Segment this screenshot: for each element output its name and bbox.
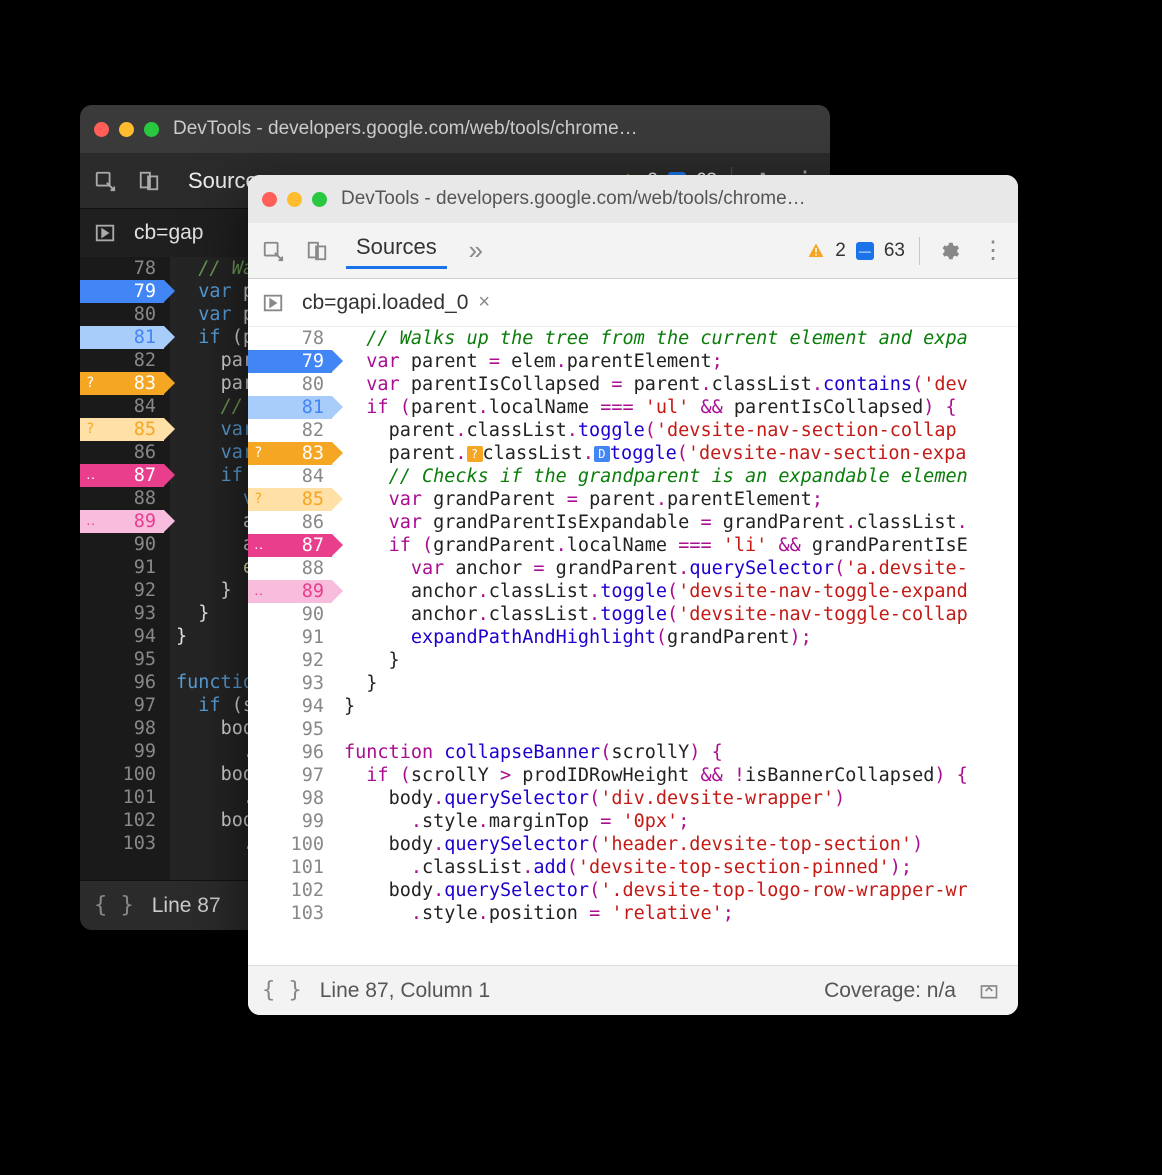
close-icon[interactable] — [262, 192, 277, 207]
inspect-icon[interactable] — [258, 236, 288, 266]
minimize-icon[interactable] — [119, 122, 134, 137]
kebab-icon[interactable]: ⋮ — [978, 236, 1008, 266]
divider — [919, 237, 920, 265]
window-title: DevTools - developers.google.com/web/too… — [341, 188, 806, 210]
minimize-icon[interactable] — [287, 192, 302, 207]
devtools-window-light: DevTools - developers.google.com/web/too… — [248, 175, 1018, 1015]
file-tabbar: cb=gapi.loaded_0 × — [248, 279, 1018, 327]
warning-count: 2 — [835, 240, 846, 262]
file-name: cb=gap — [134, 221, 203, 245]
cursor-position: Line 87 — [152, 894, 221, 918]
gear-icon[interactable] — [934, 236, 964, 266]
debugger-panel-icon[interactable] — [258, 288, 288, 318]
message-count: 63 — [884, 240, 905, 262]
close-icon[interactable] — [94, 122, 109, 137]
statusbar: { } Line 87, Column 1 Coverage: n/a — [248, 965, 1018, 1015]
titlebar[interactable]: DevTools - developers.google.com/web/too… — [80, 105, 830, 153]
tab-underline — [346, 266, 447, 269]
close-icon[interactable]: × — [478, 291, 490, 314]
pretty-print-icon[interactable]: { } — [262, 978, 302, 1003]
tab-sources[interactable]: Sources — [346, 232, 447, 269]
cursor-position: Line 87, Column 1 — [320, 979, 490, 1003]
main-toolbar: Sources » 2 — 63 ⋮ — [248, 223, 1018, 279]
file-name: cb=gapi.loaded_0 — [302, 291, 468, 315]
source-content[interactable]: // Walks up the tree from the current el… — [338, 327, 1018, 965]
code-editor[interactable]: 787980818283?8485?8687‥8889‥909192939495… — [248, 327, 1018, 965]
device-toggle-icon[interactable] — [134, 166, 164, 196]
zoom-icon[interactable] — [144, 122, 159, 137]
file-tab[interactable]: cb=gap — [134, 221, 203, 245]
window-title: DevTools - developers.google.com/web/too… — [173, 118, 638, 140]
debugger-panel-icon[interactable] — [90, 218, 120, 248]
issue-counts[interactable]: 2 — 63 — [807, 240, 905, 262]
warning-icon — [807, 242, 825, 260]
line-gutter[interactable]: 787980818283?8485?8687‥8889‥909192939495… — [248, 327, 338, 965]
inspect-icon[interactable] — [90, 166, 120, 196]
window-controls — [94, 122, 159, 137]
more-tabs-icon[interactable]: » — [461, 236, 491, 266]
window-controls — [262, 192, 327, 207]
coverage-status: Coverage: n/a — [824, 979, 956, 1003]
zoom-icon[interactable] — [312, 192, 327, 207]
file-tab[interactable]: cb=gapi.loaded_0 × — [302, 291, 490, 315]
titlebar[interactable]: DevTools - developers.google.com/web/too… — [248, 175, 1018, 223]
line-gutter[interactable]: 787980818283?8485?8687‥8889‥909192939495… — [80, 257, 170, 880]
drawer-toggle-icon[interactable] — [974, 976, 1004, 1006]
device-toggle-icon[interactable] — [302, 236, 332, 266]
tab-label: Sources — [346, 232, 447, 262]
pretty-print-icon[interactable]: { } — [94, 893, 134, 918]
message-icon: — — [856, 242, 874, 260]
